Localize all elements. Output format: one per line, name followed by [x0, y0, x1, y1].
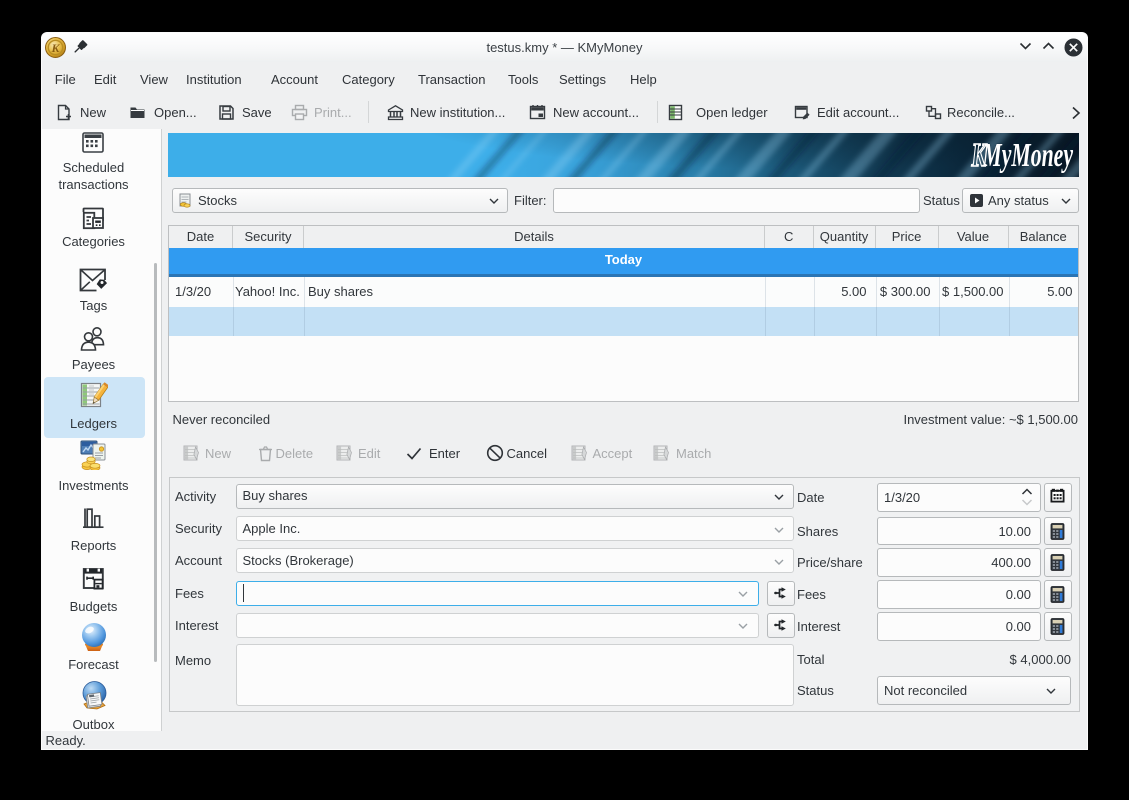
svg-text:K: K: [971, 137, 988, 174]
svg-text:MyMoney: MyMoney: [982, 137, 1074, 174]
